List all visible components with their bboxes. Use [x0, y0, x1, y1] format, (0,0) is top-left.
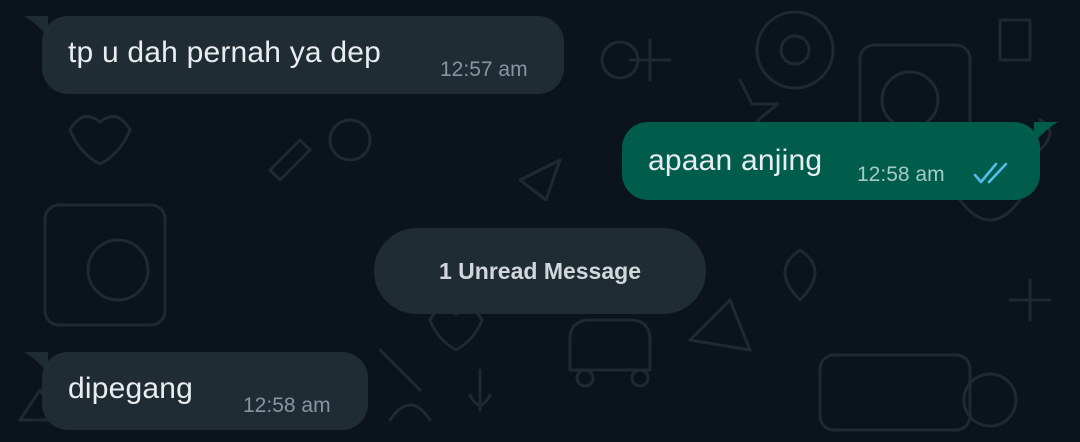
message-timestamp: 12:58 am [857, 163, 945, 186]
unread-messages-divider: 1 Unread Message [374, 228, 706, 314]
unread-messages-label: 1 Unread Message [439, 257, 641, 284]
message-bubble-incoming[interactable]: dipegang 12:58 am [24, 352, 368, 430]
message-text: tp u dah pernah ya dep [68, 36, 381, 69]
bubble-tail [24, 16, 48, 36]
bubble-tail [24, 352, 48, 372]
message-timestamp: 12:57 am [440, 58, 528, 81]
message-text: dipegang [68, 372, 194, 405]
message-bubble-incoming[interactable]: tp u dah pernah ya dep 12:57 am [24, 16, 564, 94]
bubble-tail [1034, 122, 1058, 142]
double-check-read-icon [973, 162, 1008, 184]
message-bubble-outgoing[interactable]: apaan anjing 12:58 am [622, 122, 1058, 200]
message-text: apaan anjing [648, 144, 823, 177]
message-timestamp: 12:58 am [243, 394, 331, 417]
